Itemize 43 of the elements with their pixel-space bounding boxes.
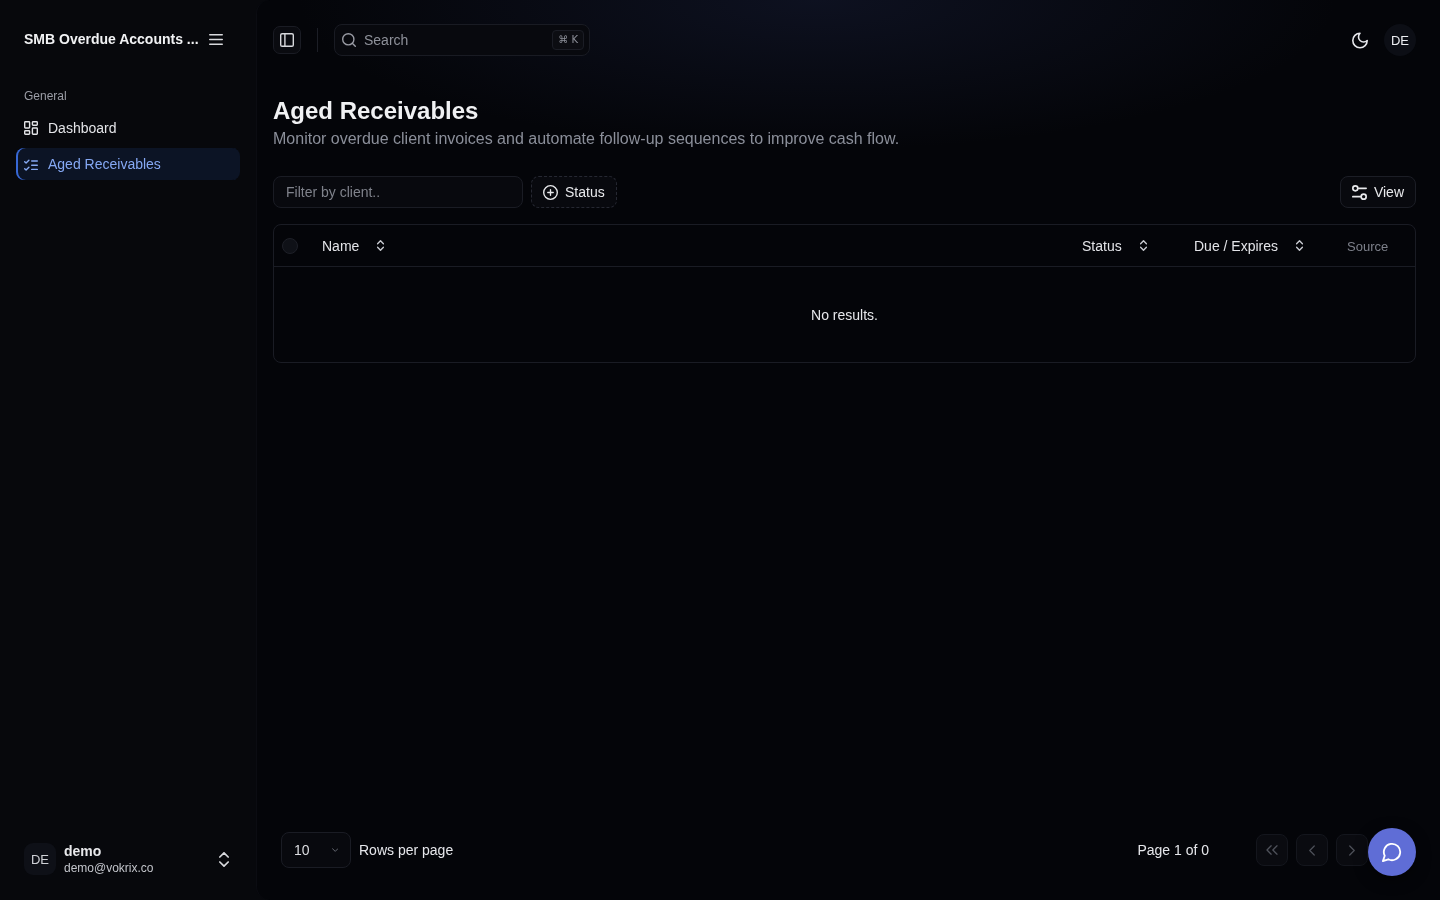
- sidebar-item[interactable]: Aged Receivables: [16, 148, 240, 180]
- page-title: Aged Receivables: [273, 96, 480, 126]
- filter-input[interactable]: Filter by client..: [273, 176, 523, 208]
- sidebar-item[interactable]: Dashboard: [16, 112, 240, 144]
- rows-per-page-label: Rows per page: [359, 842, 454, 858]
- menu-icon: [208, 33, 223, 45]
- user-avatar[interactable]: DE: [1384, 24, 1416, 56]
- column-header[interactable]: Status: [1082, 237, 1147, 254]
- chevron-right-icon: [1349, 844, 1355, 856]
- page-indicator: Page 1 of 0: [1137, 842, 1209, 858]
- select-all-checkbox[interactable]: [282, 237, 298, 254]
- menu-button[interactable]: [207, 31, 224, 47]
- grid-icon: [24, 121, 38, 135]
- double-chevron-left-icon: [1266, 845, 1278, 855]
- view-button[interactable]: View: [1339, 176, 1416, 208]
- workspace-title: SMB Overdue Accounts ...: [24, 31, 199, 47]
- chevrons-up-down-icon[interactable]: [219, 851, 229, 867]
- column-header[interactable]: Due / Expires: [1194, 237, 1304, 254]
- user-email: demo@vokrix.co: [64, 860, 155, 876]
- sort-icon: [1296, 240, 1304, 251]
- chevron-left-icon: [1309, 844, 1315, 856]
- user-avatar[interactable]: DE: [24, 843, 56, 875]
- sliders-icon: [1351, 184, 1367, 200]
- moon-icon: [1352, 31, 1368, 49]
- rows-per-page-select[interactable]: 10: [281, 832, 351, 868]
- shortcut-hint: ⌘ K: [552, 30, 584, 50]
- speech-bubble-icon: [1382, 842, 1402, 862]
- plus-circle-icon: [543, 184, 558, 200]
- search-icon: [342, 33, 356, 47]
- section-label: General: [23, 88, 68, 105]
- column-header[interactable]: Name: [322, 237, 385, 254]
- theme-toggle-button[interactable]: [1352, 32, 1368, 48]
- status-filter-button[interactable]: Status: [531, 176, 617, 208]
- page-subtitle: Monitor overdue client invoices and automate follow-up sequences to improve cash flow.: [273, 129, 901, 149]
- chevron-down-icon: [331, 847, 338, 853]
- empty-message: No results.: [811, 306, 878, 323]
- sidebar-toggle-button[interactable]: [273, 26, 301, 54]
- user-name: demo: [64, 842, 103, 860]
- column-header: Source: [1347, 238, 1389, 254]
- sort-icon: [377, 240, 385, 251]
- sort-icon: [1139, 240, 1147, 251]
- checklist-icon: [24, 157, 38, 171]
- panel-icon: [280, 33, 294, 47]
